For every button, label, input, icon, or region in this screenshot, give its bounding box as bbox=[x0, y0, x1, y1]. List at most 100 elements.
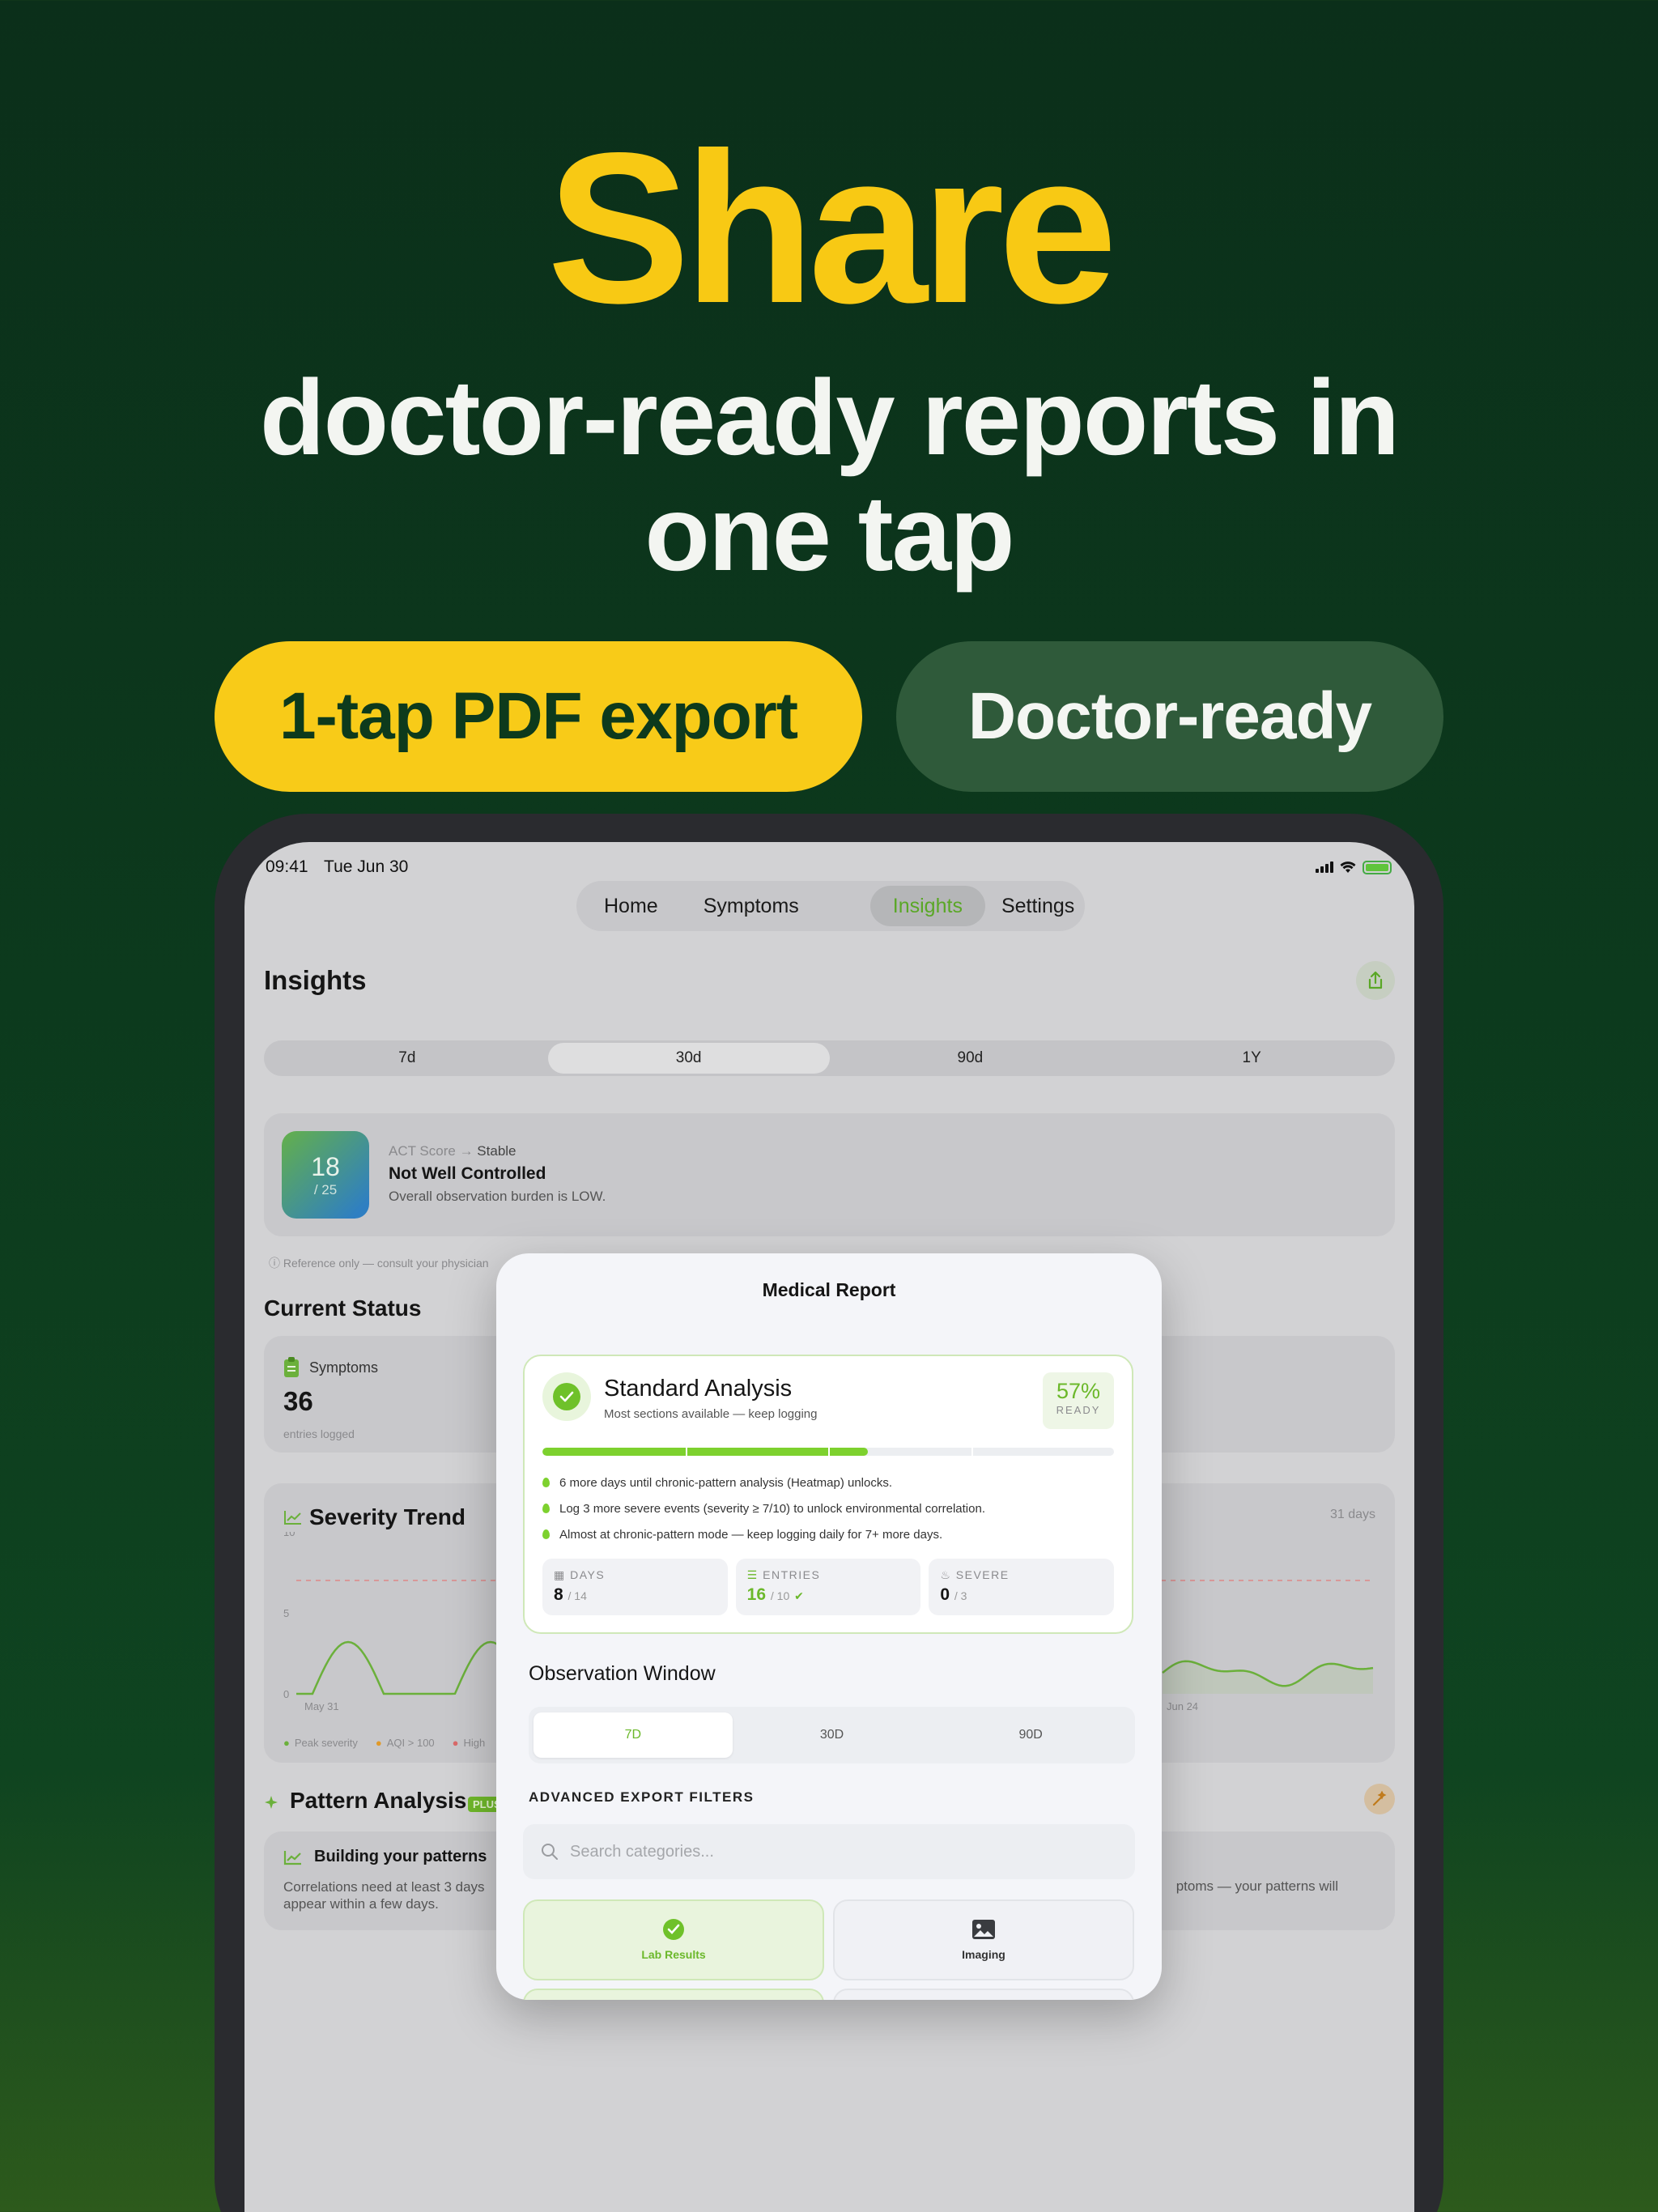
list-icon: ☰ bbox=[746, 1568, 763, 1581]
disclaimer: ⓘ Reference only — consult your physicia… bbox=[269, 1255, 489, 1271]
category-next[interactable] bbox=[523, 1989, 824, 2000]
battery-icon bbox=[1363, 860, 1392, 874]
observation-window-selector: 7D 30D 90D bbox=[529, 1707, 1135, 1763]
range-selector: 7d 30d 90d 1Y bbox=[264, 1040, 1395, 1076]
image-icon bbox=[971, 1917, 996, 1942]
tab-settings[interactable]: Settings bbox=[985, 886, 1097, 926]
arrow-right-icon: → bbox=[459, 1143, 478, 1159]
stat-entries-target: / 10 bbox=[770, 1589, 790, 1602]
pattern-card-head: Building your patterns bbox=[283, 1848, 487, 1866]
readiness-label: READY bbox=[1056, 1404, 1101, 1416]
act-score-value: 18 bbox=[311, 1152, 340, 1181]
signal-icon bbox=[1316, 861, 1333, 873]
check-icon: ✔ bbox=[794, 1589, 804, 1602]
act-score-badge: 18 / 25 bbox=[282, 1131, 369, 1219]
tip-item: Log 3 more severe events (severity ≥ 7/1… bbox=[542, 1495, 1114, 1521]
range-90d[interactable]: 90d bbox=[830, 1043, 1112, 1074]
act-trend: Stable bbox=[477, 1143, 517, 1159]
tab-insights[interactable]: Insights bbox=[869, 886, 985, 926]
analysis-card: Standard Analysis Most sections availabl… bbox=[523, 1355, 1133, 1634]
pdf-export-pill: 1-tap PDF export bbox=[215, 641, 862, 792]
pattern-card-title: Building your patterns bbox=[314, 1848, 487, 1865]
series-peak-severity-left bbox=[296, 1640, 508, 1695]
current-status-title: Current Status bbox=[264, 1295, 422, 1321]
disclaimer-text: Reference only — consult your physician bbox=[283, 1257, 489, 1270]
flame-icon: ♨ bbox=[940, 1568, 956, 1581]
legend-peak-severity: Peak severity bbox=[283, 1737, 358, 1749]
analysis-title: Standard Analysis bbox=[604, 1376, 793, 1402]
category-imaging[interactable]: Imaging bbox=[833, 1899, 1134, 1980]
progress-divider bbox=[971, 1448, 973, 1456]
stat-severe-value: 0 bbox=[940, 1585, 950, 1604]
stat-days-key: DAYS bbox=[570, 1568, 606, 1581]
wand-button[interactable] bbox=[1364, 1784, 1395, 1814]
stat-severe-target: / 3 bbox=[954, 1589, 967, 1602]
export-filters-title: ADVANCED EXPORT FILTERS bbox=[529, 1789, 755, 1805]
range-1y[interactable]: 1Y bbox=[1111, 1043, 1392, 1074]
act-score-denominator: / 25 bbox=[313, 1182, 338, 1197]
progress-divider bbox=[685, 1448, 687, 1456]
pattern-card-text-line2: appear within a few days. bbox=[283, 1896, 439, 1912]
tip-item: 6 more days until chronic-pattern analys… bbox=[542, 1470, 1114, 1495]
stat-severe-key: SEVERE bbox=[955, 1568, 1010, 1581]
checkmark-circle-icon bbox=[661, 1917, 686, 1942]
category-search-input[interactable]: Search categories... bbox=[523, 1824, 1135, 1879]
obs-option-30d[interactable]: 30D bbox=[733, 1712, 932, 1758]
calendar-icon: ▦ bbox=[554, 1568, 571, 1581]
info-icon: ⓘ bbox=[269, 1257, 283, 1270]
symptoms-label-text: Symptoms bbox=[309, 1359, 379, 1376]
symptoms-count: 36 bbox=[283, 1386, 313, 1416]
y-tick-label: 10 bbox=[283, 1532, 295, 1538]
status-bar: 09:41 Tue Jun 30 bbox=[266, 853, 1392, 881]
tab-symptoms[interactable]: Symptoms bbox=[681, 886, 822, 926]
share-button[interactable] bbox=[1356, 961, 1395, 1000]
wand-icon bbox=[1372, 1791, 1387, 1806]
page-title: Insights bbox=[264, 965, 367, 995]
check-circle-icon bbox=[542, 1372, 591, 1421]
stat-entries-key: ENTRIES bbox=[763, 1568, 821, 1581]
share-icon bbox=[1368, 971, 1383, 989]
hero-title: Share bbox=[546, 108, 1118, 348]
chart-line-icon bbox=[283, 1850, 301, 1865]
symptoms-label: Symptoms bbox=[283, 1357, 378, 1378]
symptoms-sub: entries logged bbox=[283, 1427, 355, 1440]
pattern-card-text-line1: Correlations need at least 3 days bbox=[283, 1879, 485, 1895]
stat-days: ▦ DAYS 8 / 14 bbox=[542, 1559, 728, 1615]
sparkle-icon bbox=[265, 1796, 278, 1809]
sheet-title: Medical Report bbox=[762, 1279, 896, 1300]
hero-subtitle: doctor-ready reports in one tap bbox=[0, 358, 1658, 593]
obs-option-7d[interactable]: 7D bbox=[534, 1712, 733, 1758]
range-30d[interactable]: 30d bbox=[547, 1043, 830, 1074]
act-label: ACT Score → Stable bbox=[389, 1143, 517, 1159]
trend-icon bbox=[284, 1511, 301, 1525]
tip-item: Almost at chronic-pattern mode — keep lo… bbox=[542, 1521, 1114, 1547]
act-status: Not Well Controlled bbox=[389, 1164, 546, 1183]
range-7d[interactable]: 7d bbox=[266, 1043, 548, 1074]
category-lab-results[interactable]: Lab Results bbox=[523, 1899, 824, 1980]
stat-days-value: 8 bbox=[554, 1585, 563, 1604]
readiness-progress-fill bbox=[542, 1448, 869, 1456]
category-next[interactable] bbox=[833, 1989, 1134, 2000]
legend-aqi: AQI > 100 bbox=[376, 1737, 435, 1749]
stats-row: ▦ DAYS 8 / 14 ☰ ENTRIES 16 / 10 ✔ ♨ SEVE… bbox=[542, 1559, 1115, 1615]
obs-option-90d[interactable]: 90D bbox=[931, 1712, 1130, 1758]
y-tick-label: 0 bbox=[283, 1688, 289, 1700]
tab-home[interactable]: Home bbox=[581, 886, 681, 926]
tab-bar: Home Symptoms Insights Settings bbox=[576, 881, 1085, 931]
legend-high: High bbox=[453, 1737, 486, 1749]
tips-list: 6 more days until chronic-pattern analys… bbox=[542, 1470, 1114, 1547]
stat-entries-value: 16 bbox=[746, 1585, 767, 1604]
search-icon bbox=[542, 1844, 558, 1860]
search-placeholder: Search categories... bbox=[570, 1842, 714, 1861]
act-score-card[interactable]: 18 / 25 ACT Score → Stable Not Well Cont… bbox=[264, 1113, 1395, 1236]
status-date: Tue Jun 30 bbox=[324, 857, 409, 876]
pattern-analysis-title: Pattern Analysis bbox=[290, 1788, 467, 1813]
act-label-text: ACT Score bbox=[389, 1143, 456, 1159]
y-tick-label: 5 bbox=[283, 1607, 289, 1619]
readiness-badge: 57% READY bbox=[1043, 1372, 1114, 1429]
chart-legend: Peak severity AQI > 100 High bbox=[283, 1737, 485, 1749]
x-tick-label: May 31 bbox=[304, 1700, 339, 1712]
act-description: Overall observation burden is LOW. bbox=[389, 1189, 606, 1204]
category-label: Imaging bbox=[962, 1948, 1005, 1961]
hero-subtitle-text: doctor-ready reports in one tap bbox=[259, 358, 1400, 593]
